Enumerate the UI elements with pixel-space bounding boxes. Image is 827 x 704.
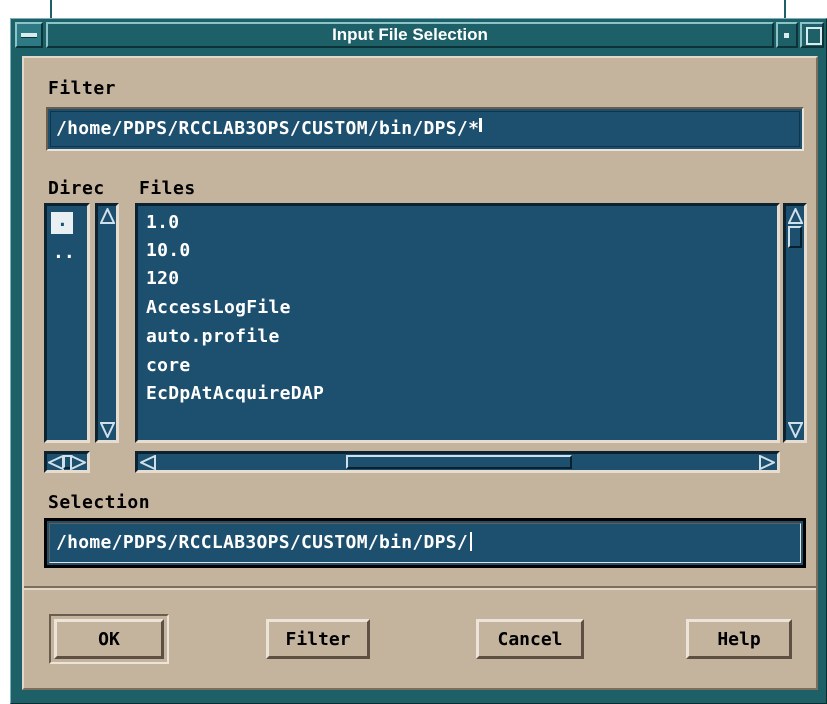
filter-button[interactable]: Filter (266, 619, 370, 659)
directories-label: Direc (48, 178, 105, 199)
file-item[interactable]: 120 (146, 268, 179, 289)
files-hscroll-thumb[interactable] (346, 455, 572, 469)
directory-vertical-scrollbar[interactable] (95, 203, 119, 443)
button-separator (24, 586, 816, 590)
arrow-right-icon[interactable] (759, 455, 775, 470)
maximize-button[interactable] (800, 22, 824, 48)
window-title[interactable]: Input File Selection (46, 22, 774, 48)
files-vscroll-thumb[interactable] (788, 226, 802, 248)
selection-input-value: /home/PDPS/RCCLAB3OPS/CUSTOM/bin/DPS/ (56, 532, 469, 553)
files-list[interactable]: 1.0 10.0 120 AccessLogFile auto.profile … (135, 203, 780, 443)
file-item[interactable]: AccessLogFile (146, 297, 291, 318)
files-vertical-scrollbar[interactable] (783, 203, 807, 443)
ok-button[interactable]: OK (54, 619, 164, 659)
arrow-up-icon[interactable] (788, 208, 803, 224)
directory-item[interactable]: .. (53, 242, 75, 263)
files-label: Files (139, 178, 196, 199)
arrow-down-icon[interactable] (788, 422, 803, 438)
window-menu-button[interactable] (15, 22, 43, 48)
arrow-down-icon[interactable] (100, 422, 115, 438)
maximize-icon (806, 27, 822, 45)
selection-label: Selection (48, 492, 151, 513)
file-item[interactable]: 1.0 (146, 212, 179, 233)
help-button[interactable]: Help (686, 619, 792, 659)
directory-item-selected[interactable]: . (51, 210, 73, 234)
arrow-right-icon[interactable] (70, 455, 86, 470)
arrow-up-icon[interactable] (100, 208, 115, 224)
filter-input[interactable]: /home/PDPS/RCCLAB3OPS/CUSTOM/bin/DPS/* (46, 107, 804, 151)
minimize-icon (784, 33, 789, 38)
frame-resize-tick[interactable] (50, 0, 52, 18)
text-cursor (470, 532, 473, 551)
cancel-button[interactable]: Cancel (476, 619, 584, 659)
selection-input[interactable]: /home/PDPS/RCCLAB3OPS/CUSTOM/bin/DPS/ (44, 518, 806, 568)
arrow-left-icon[interactable] (140, 455, 156, 470)
file-item[interactable]: core (146, 355, 191, 376)
window-menu-icon (21, 33, 37, 38)
filter-input-text-wrap: /home/PDPS/RCCLAB3OPS/CUSTOM/bin/DPS/* (56, 118, 483, 139)
filter-label: Filter (48, 78, 117, 99)
filter-input-value: /home/PDPS/RCCLAB3OPS/CUSTOM/bin/DPS/* (56, 118, 480, 139)
directory-horizontal-scrollbar[interactable] (44, 451, 90, 473)
file-item[interactable]: EcDpAtAcquireDAP (146, 383, 324, 404)
arrow-left-icon[interactable] (48, 455, 64, 470)
selection-input-text-wrap: /home/PDPS/RCCLAB3OPS/CUSTOM/bin/DPS/ (56, 532, 473, 553)
files-horizontal-scrollbar[interactable] (135, 451, 780, 473)
frame-resize-tick[interactable] (784, 0, 786, 18)
file-item[interactable]: auto.profile (146, 326, 280, 347)
directory-list[interactable]: . .. (44, 203, 90, 443)
file-item[interactable]: 10.0 (146, 240, 191, 261)
text-cursor (479, 118, 483, 132)
directory-item-label: . (57, 210, 68, 231)
minimize-button[interactable] (776, 22, 798, 48)
